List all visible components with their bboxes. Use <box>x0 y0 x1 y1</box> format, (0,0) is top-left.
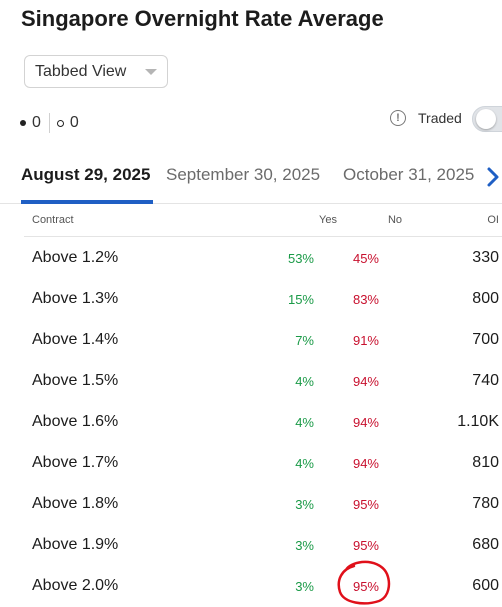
table-row[interactable]: Above 1.6% 4% 94% 1.10K <box>0 401 502 442</box>
no-price[interactable]: 94% <box>353 374 379 389</box>
contract-name: Above 1.9% <box>32 536 119 553</box>
table-row[interactable]: Above 1.3% 15% 83% 800 <box>0 278 502 319</box>
view-select-value: Tabbed View <box>35 62 127 80</box>
filled-count: 0 <box>32 114 41 131</box>
table-row[interactable]: Above 2.0% 3% 95% 600 <box>0 565 502 606</box>
no-price[interactable]: 95% <box>353 538 379 553</box>
open-interest: 800 <box>472 290 499 307</box>
table-row[interactable]: Above 1.9% 3% 95% 680 <box>0 524 502 565</box>
position-counts: 0 0 <box>20 113 79 133</box>
date-tabs: August 29, 2025 September 30, 2025 Octob… <box>0 152 502 204</box>
open-interest: 780 <box>472 495 499 512</box>
tab-august-29-2025[interactable]: August 29, 2025 <box>21 165 150 185</box>
info-icon[interactable]: ! <box>390 110 406 126</box>
traded-label: Traded <box>418 110 462 126</box>
open-interest: 680 <box>472 536 499 553</box>
no-price[interactable]: 94% <box>353 415 379 430</box>
open-interest: 700 <box>472 331 499 348</box>
table-row[interactable]: Above 1.2% 53% 45% 330 <box>0 237 502 278</box>
no-price[interactable]: 83% <box>353 292 379 307</box>
yes-price[interactable]: 4% <box>295 415 314 430</box>
open-interest: 330 <box>472 249 499 266</box>
page-title: Singapore Overnight Rate Average <box>21 6 384 31</box>
yes-price[interactable]: 3% <box>295 538 314 553</box>
yes-price[interactable]: 4% <box>295 374 314 389</box>
open-interest: 1.10K <box>457 413 499 430</box>
view-select-dropdown[interactable]: Tabbed View <box>24 55 168 88</box>
contract-name: Above 1.5% <box>32 372 119 389</box>
no-price[interactable]: 45% <box>353 251 379 266</box>
chevron-down-icon <box>145 69 157 75</box>
contract-name: Above 1.8% <box>32 495 119 512</box>
table-row[interactable]: Above 1.4% 7% 91% 700 <box>0 319 502 360</box>
open-dot-icon <box>56 119 64 127</box>
table-row[interactable]: Above 1.7% 4% 94% 810 <box>0 442 502 483</box>
yes-price[interactable]: 7% <box>295 333 314 348</box>
yes-price[interactable]: 53% <box>288 251 314 266</box>
header-no: No <box>387 214 402 226</box>
contracts-table-body: Above 1.2% 53% 45% 330 Above 1.3% 15% 83… <box>0 237 502 606</box>
open-interest: 740 <box>472 372 499 389</box>
traded-filter: ! Traded <box>390 110 462 126</box>
table-row[interactable]: Above 1.5% 4% 94% 740 <box>0 360 502 401</box>
yes-price[interactable]: 15% <box>288 292 314 307</box>
tab-october-31-2025[interactable]: October 31, 2025 <box>343 165 474 185</box>
contract-name: Above 1.3% <box>32 290 119 307</box>
table-header: Contract Yes No OI <box>24 205 502 237</box>
active-tab-indicator <box>21 200 153 204</box>
yes-price[interactable]: 3% <box>295 497 314 512</box>
header-contract: Contract <box>32 214 74 226</box>
filled-dot-icon <box>20 120 26 126</box>
counts-divider <box>48 113 50 133</box>
yes-price[interactable]: 4% <box>295 456 314 471</box>
contract-name: Above 2.0% <box>32 577 119 594</box>
open-interest: 810 <box>472 454 499 471</box>
toggle-knob <box>476 109 496 129</box>
table-row[interactable]: Above 1.8% 3% 95% 780 <box>0 483 502 524</box>
no-price[interactable]: 95% <box>353 579 379 594</box>
no-price[interactable]: 95% <box>353 497 379 512</box>
header-oi: OI <box>487 214 499 226</box>
no-price[interactable]: 91% <box>353 333 379 348</box>
contract-name: Above 1.6% <box>32 413 119 430</box>
chevron-right-icon[interactable] <box>484 164 502 190</box>
open-count: 0 <box>69 114 79 131</box>
contract-name: Above 1.7% <box>32 454 119 471</box>
no-price[interactable]: 94% <box>353 456 379 471</box>
traded-toggle[interactable] <box>472 106 502 132</box>
contract-name: Above 1.2% <box>32 249 119 266</box>
open-interest: 600 <box>472 577 499 594</box>
yes-price[interactable]: 3% <box>295 579 314 594</box>
tab-september-30-2025[interactable]: September 30, 2025 <box>166 165 320 185</box>
header-yes: Yes <box>319 214 337 226</box>
contract-name: Above 1.4% <box>32 331 119 348</box>
